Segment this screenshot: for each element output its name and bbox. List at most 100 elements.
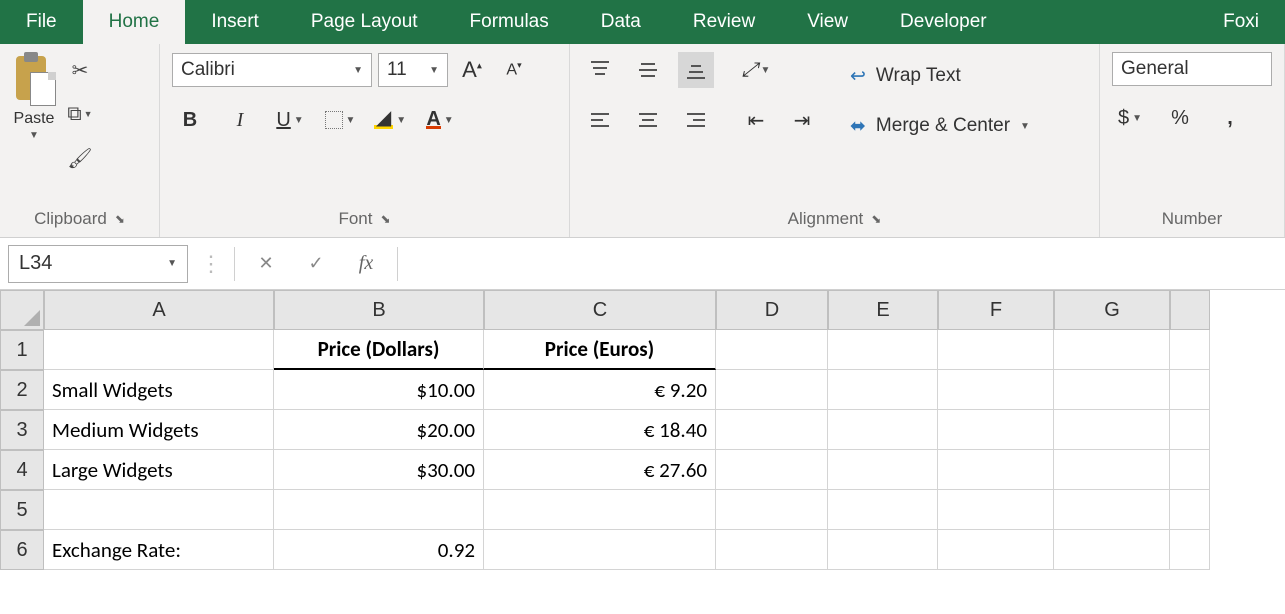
cancel-formula-button[interactable]: ✕: [247, 245, 285, 283]
col-header-G[interactable]: G: [1054, 290, 1170, 330]
cell-end1[interactable]: [1170, 330, 1210, 370]
cell-C5[interactable]: [484, 490, 716, 530]
col-header-F[interactable]: F: [938, 290, 1054, 330]
cell-F3[interactable]: [938, 410, 1054, 450]
row-header-6[interactable]: 6: [0, 530, 44, 570]
cell-F1[interactable]: [938, 330, 1054, 370]
cell-B4[interactable]: $30.00: [274, 450, 484, 490]
cell-end4[interactable]: [1170, 450, 1210, 490]
number-format-combo[interactable]: General: [1112, 52, 1272, 86]
tab-home[interactable]: Home: [83, 0, 186, 44]
underline-button[interactable]: U▼: [272, 102, 308, 138]
cell-F4[interactable]: [938, 450, 1054, 490]
row-header-3[interactable]: 3: [0, 410, 44, 450]
col-header-A[interactable]: A: [44, 290, 274, 330]
cell-B6[interactable]: 0.92: [274, 530, 484, 570]
cell-A6[interactable]: Exchange Rate:: [44, 530, 274, 570]
cell-A5[interactable]: [44, 490, 274, 530]
tab-view[interactable]: View: [781, 0, 874, 44]
col-header-B[interactable]: B: [274, 290, 484, 330]
tab-insert[interactable]: Insert: [185, 0, 285, 44]
cell-end3[interactable]: [1170, 410, 1210, 450]
cell-B3[interactable]: $20.00: [274, 410, 484, 450]
col-header-D[interactable]: D: [716, 290, 828, 330]
row-header-5[interactable]: 5: [0, 490, 44, 530]
col-header-C[interactable]: C: [484, 290, 716, 330]
bold-button[interactable]: B: [172, 102, 208, 138]
cell-E1[interactable]: [828, 330, 938, 370]
alignment-dialog-icon[interactable]: ⬊: [871, 212, 881, 226]
font-name-combo[interactable]: Calibri ▼: [172, 53, 372, 87]
cell-E5[interactable]: [828, 490, 938, 530]
cell-E4[interactable]: [828, 450, 938, 490]
font-size-combo[interactable]: 11 ▼: [378, 53, 448, 87]
cell-G1[interactable]: [1054, 330, 1170, 370]
merge-center-button[interactable]: ⬌ Merge & Center ▼: [844, 106, 1036, 146]
cell-G5[interactable]: [1054, 490, 1170, 530]
cell-A1[interactable]: [44, 330, 274, 370]
cell-D6[interactable]: [716, 530, 828, 570]
cell-E2[interactable]: [828, 370, 938, 410]
cell-E3[interactable]: [828, 410, 938, 450]
cell-C1[interactable]: Price (Euros): [484, 330, 716, 370]
cell-D4[interactable]: [716, 450, 828, 490]
tab-review[interactable]: Review: [667, 0, 781, 44]
font-color-button[interactable]: A▼: [422, 102, 458, 138]
cell-C3[interactable]: € 18.40: [484, 410, 716, 450]
align-top-button[interactable]: [582, 52, 618, 88]
borders-button[interactable]: ▼: [322, 102, 358, 138]
cell-G3[interactable]: [1054, 410, 1170, 450]
italic-button[interactable]: I: [222, 102, 258, 138]
format-painter-button[interactable]: 🖌: [66, 144, 94, 172]
clipboard-dialog-icon[interactable]: ⬊: [115, 212, 125, 226]
percent-format-button[interactable]: %: [1162, 100, 1198, 136]
align-bottom-button[interactable]: [678, 52, 714, 88]
cell-A2[interactable]: Small Widgets: [44, 370, 274, 410]
cell-D3[interactable]: [716, 410, 828, 450]
tab-page-layout[interactable]: Page Layout: [285, 0, 444, 44]
cell-F5[interactable]: [938, 490, 1054, 530]
name-box[interactable]: L34 ▼: [8, 245, 188, 283]
cell-G2[interactable]: [1054, 370, 1170, 410]
orientation-button[interactable]: ⤢▼: [738, 52, 774, 88]
cell-end6[interactable]: [1170, 530, 1210, 570]
tab-file[interactable]: File: [0, 0, 83, 44]
tab-data[interactable]: Data: [575, 0, 667, 44]
cell-D2[interactable]: [716, 370, 828, 410]
increase-indent-button[interactable]: ⇥: [784, 102, 820, 138]
comma-format-button[interactable]: ,: [1212, 100, 1248, 136]
align-left-button[interactable]: [582, 102, 618, 138]
cell-D1[interactable]: [716, 330, 828, 370]
cut-button[interactable]: ✂: [66, 56, 94, 84]
formula-input[interactable]: [410, 245, 1277, 283]
copy-button[interactable]: ⧉▼: [66, 100, 94, 128]
fill-color-button[interactable]: ◢▼: [372, 102, 408, 138]
cell-C4[interactable]: € 27.60: [484, 450, 716, 490]
cell-G6[interactable]: [1054, 530, 1170, 570]
cell-end2[interactable]: [1170, 370, 1210, 410]
cell-A3[interactable]: Medium Widgets: [44, 410, 274, 450]
cell-A4[interactable]: Large Widgets: [44, 450, 274, 490]
align-center-button[interactable]: [630, 102, 666, 138]
tab-developer[interactable]: Developer: [874, 0, 1013, 44]
cell-C2[interactable]: € 9.20: [484, 370, 716, 410]
row-header-2[interactable]: 2: [0, 370, 44, 410]
row-header-4[interactable]: 4: [0, 450, 44, 490]
cell-end5[interactable]: [1170, 490, 1210, 530]
align-middle-button[interactable]: [630, 52, 666, 88]
cell-B2[interactable]: $10.00: [274, 370, 484, 410]
cell-G4[interactable]: [1054, 450, 1170, 490]
align-right-button[interactable]: [678, 102, 714, 138]
col-header-end[interactable]: [1170, 290, 1210, 330]
cell-B1[interactable]: Price (Dollars): [274, 330, 484, 370]
row-header-1[interactable]: 1: [0, 330, 44, 370]
wrap-text-button[interactable]: ↩ Wrap Text: [844, 56, 1036, 96]
cell-C6[interactable]: [484, 530, 716, 570]
grow-font-button[interactable]: A▴: [454, 52, 490, 88]
accounting-format-button[interactable]: $▼: [1112, 100, 1148, 136]
shrink-font-button[interactable]: A▾: [496, 52, 532, 88]
paste-dropdown-icon[interactable]: ▼: [29, 130, 39, 141]
cell-F2[interactable]: [938, 370, 1054, 410]
paste-button[interactable]: Paste ▼: [12, 52, 56, 141]
tab-foxit[interactable]: Foxi: [1197, 0, 1285, 44]
